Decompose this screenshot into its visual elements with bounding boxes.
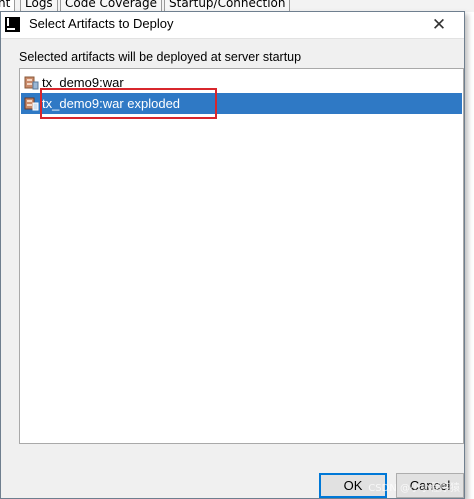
artifact-list[interactable]: tx_demo9:war tx_demo9:war exploded: [19, 68, 464, 444]
select-artifacts-dialog: Select Artifacts to Deploy ✕ Selected ar…: [0, 11, 465, 499]
tab-logs[interactable]: Logs: [20, 0, 58, 11]
intellij-app-icon: [5, 17, 20, 32]
artifact-exploded-icon: [24, 97, 39, 111]
tab-startup-connection[interactable]: Startup/Connection: [164, 0, 291, 11]
watermark: CSDN @小小程序猿: [368, 483, 460, 494]
tab-code-coverage[interactable]: Code Coverage: [60, 0, 163, 11]
list-item-selected[interactable]: tx_demo9:war exploded: [21, 93, 462, 114]
screen: nt Logs Code Coverage Startup/Connection…: [0, 0, 474, 499]
dialog-description: Selected artifacts will be deployed at s…: [19, 50, 302, 64]
list-item[interactable]: tx_demo9:war: [21, 72, 462, 93]
dialog-titlebar[interactable]: Select Artifacts to Deploy ✕: [1, 12, 464, 39]
artifact-label: tx_demo9:war: [42, 75, 124, 90]
close-icon[interactable]: ✕: [428, 14, 450, 36]
artifact-war-icon: [24, 76, 39, 90]
tab-partial[interactable]: nt: [0, 0, 16, 11]
artifact-label: tx_demo9:war exploded: [42, 96, 181, 111]
dialog-title: Select Artifacts to Deploy: [29, 16, 174, 31]
